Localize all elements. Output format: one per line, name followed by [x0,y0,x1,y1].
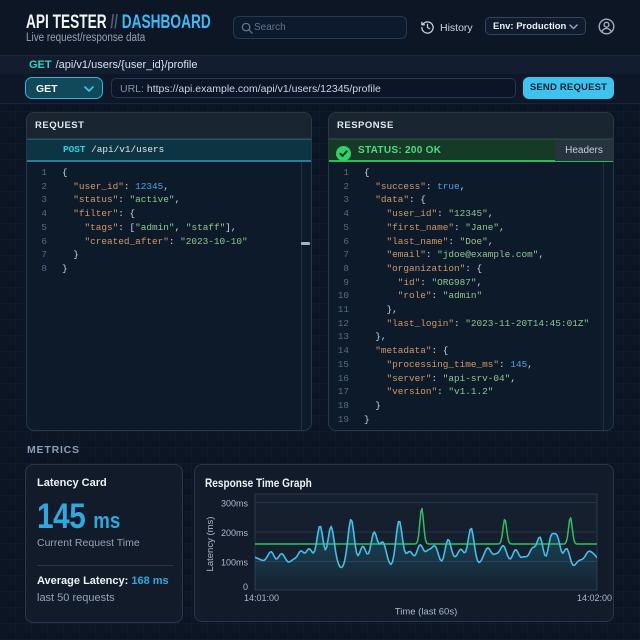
svg-text:Latency (ms): Latency (ms) [205,517,216,572]
svg-text:Time (last 60s): Time (last 60s) [395,607,457,618]
svg-text:200ms: 200ms [221,528,249,538]
svg-text:14:02:00: 14:02:00 [577,593,612,603]
svg-text:100ms: 100ms [221,558,249,568]
svg-text:300ms: 300ms [221,499,249,509]
svg-text:0: 0 [243,582,248,592]
svg-text:14:01:00: 14:01:00 [244,593,279,603]
